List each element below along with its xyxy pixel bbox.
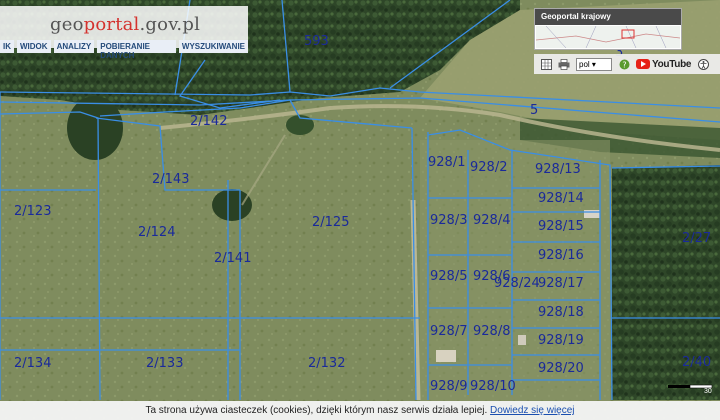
building (518, 335, 526, 345)
parcel-label: 928/8 (473, 324, 511, 339)
scale-bar: 30 (668, 384, 714, 395)
parcel-label: 2/132 (308, 356, 346, 371)
help-icon[interactable]: ? (618, 58, 630, 70)
parcel-label: 928/7 (430, 324, 468, 339)
parcel-label: 928/9 (430, 379, 468, 394)
print-icon[interactable] (558, 58, 570, 70)
parcel-label: 928/20 (538, 361, 584, 376)
parcel-label: 928/14 (538, 191, 584, 206)
parcel-label: 2/40 (682, 355, 712, 370)
parcel-label: 2/133 (146, 356, 184, 371)
parcel-label: 2/125 (312, 215, 350, 230)
scale-value: 30 (704, 388, 712, 395)
parcel-label: 5 (530, 103, 539, 118)
tree-clump (212, 189, 252, 221)
parcel-label: 2/143 (152, 172, 190, 187)
overview-mini-map[interactable] (536, 26, 680, 48)
parcel-label: 928/15 (538, 219, 584, 234)
parcel-label: 2/134 (14, 356, 52, 371)
menu-item-pobieranie-danych[interactable]: POBIERANIE DANYCH (97, 40, 176, 60)
language-select[interactable]: pol ▾ (576, 57, 612, 71)
parcel-label: 928/13 (535, 162, 581, 177)
parcel-label: 593 (304, 34, 329, 49)
parcel-label: 928/3 (430, 213, 468, 228)
parcel-label: 928/17 (538, 276, 584, 291)
building (436, 350, 456, 362)
tree-clump (67, 96, 123, 160)
map-toolbar: pol ▾ ? YouTube (534, 54, 720, 74)
header: geoportal.gov.pl IK WIDOK ANALIZY POBIER… (0, 6, 248, 60)
cookie-bar: Ta strona używa ciasteczek (cookies), dz… (0, 401, 720, 420)
parcel-label: 2/27 (682, 231, 712, 246)
national-overview[interactable]: Geoportal krajowy (534, 8, 682, 50)
menu-item-analizy[interactable]: ANALIZY (53, 40, 95, 53)
geoportal-logo[interactable]: geoportal.gov.pl (50, 14, 200, 35)
parcel-label: 928/4 (473, 213, 511, 228)
svg-text:?: ? (622, 60, 626, 69)
cookie-text: Ta strona używa ciasteczek (cookies), dz… (145, 405, 488, 416)
parcel-label: 928/2 (470, 160, 508, 175)
parcel-label: 2/141 (214, 251, 252, 266)
parcel-label: 928/24 (494, 276, 540, 291)
accessibility-icon[interactable] (697, 58, 709, 70)
grid-icon[interactable] (540, 58, 552, 70)
parcel-label: 928/19 (538, 333, 584, 348)
main-menu: IK WIDOK ANALIZY POBIERANIE DANYCH WYSZU… (0, 40, 248, 60)
national-overview-title: Geoportal krajowy (535, 9, 681, 25)
parcel-label: 928/5 (430, 269, 468, 284)
parcel-label: 928/18 (538, 305, 584, 320)
parcel-label: 928/1 (428, 155, 466, 170)
cookie-more-link[interactable]: Dowiedz się więcej (490, 405, 574, 416)
parcel-label: 2/142 (190, 114, 228, 129)
menu-item-widok[interactable]: WIDOK (17, 40, 51, 53)
youtube-icon (636, 59, 650, 69)
menu-item-wyszukiwanie[interactable]: WYSZUKIWANIE (178, 40, 248, 53)
parcel-label: 2/123 (14, 204, 52, 219)
menu-item-ik[interactable]: IK (0, 40, 14, 53)
youtube-link[interactable]: YouTube (636, 59, 692, 70)
parcel-label: 928/16 (538, 248, 584, 263)
parcel-label: 2/124 (138, 225, 176, 240)
parcel-label: 928/10 (470, 379, 516, 394)
building (584, 210, 600, 218)
